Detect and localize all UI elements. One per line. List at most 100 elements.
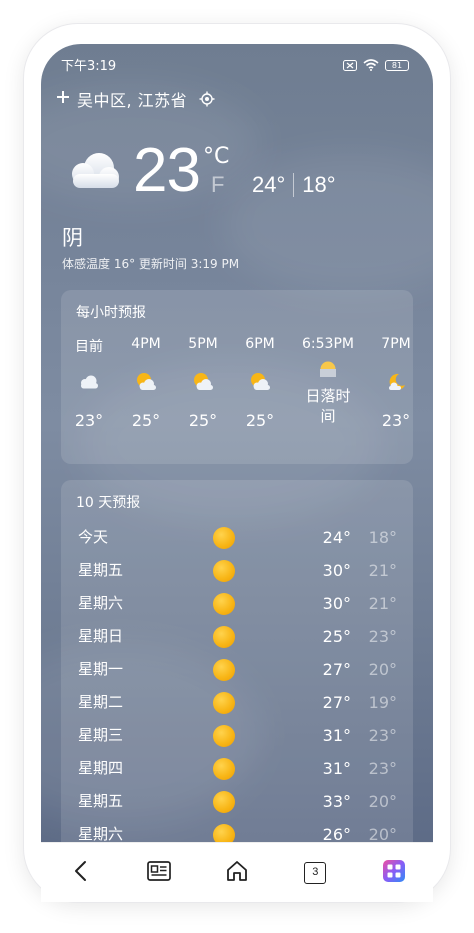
daily-row: 星期四 31° 23° xyxy=(61,757,413,790)
daily-row: 星期五 30° 21° xyxy=(61,559,413,592)
daily-row: 星期一 27° 20° xyxy=(61,658,413,691)
day-name: 星期四 xyxy=(78,759,124,777)
unit-fahrenheit[interactable]: F xyxy=(211,172,224,198)
no-sim-icon xyxy=(343,56,357,75)
sunset-label: 日落时间 xyxy=(305,387,351,425)
apps-button[interactable] xyxy=(374,853,414,893)
sun-icon xyxy=(213,626,235,648)
day-high: 31° xyxy=(322,759,351,778)
feels-like-update: 体感温度 16° 更新时间 3:19 PM xyxy=(62,257,240,271)
weather-screen: 下午3:19 81 吴中区, 江苏省 23 °C F 24° 18° 阴 体感温… xyxy=(41,44,433,886)
hourly-item: 7PM 23° xyxy=(366,336,426,430)
hour-temp: 25° xyxy=(188,411,218,430)
back-button[interactable] xyxy=(60,853,100,893)
day-high: 27° xyxy=(322,693,351,712)
day-name: 星期五 xyxy=(78,561,124,579)
day-name: 星期六 xyxy=(78,594,124,612)
hour-time: 5PM xyxy=(188,336,218,352)
wifi-icon xyxy=(363,56,379,75)
unit-celsius[interactable]: °C xyxy=(203,144,229,169)
today-high: 24° xyxy=(252,172,286,197)
status-time: 下午3:19 xyxy=(61,59,117,74)
daily-row: 星期六 30° 21° xyxy=(61,592,413,625)
day-high: 27° xyxy=(322,660,351,679)
day-name: 星期五 xyxy=(78,792,124,810)
hourly-item: 6PM 25° xyxy=(230,336,290,430)
sun-icon xyxy=(213,560,235,582)
hourly-forecast-card[interactable]: 每小时预报 目前 23° 4PM 25° 5PM 25° 6PM 25° 6:5… xyxy=(61,290,413,464)
today-low: 18° xyxy=(302,172,336,197)
location-bar: 吴中区, 江苏省 xyxy=(55,86,215,112)
partly-cloudy-icon xyxy=(116,354,176,410)
divider xyxy=(293,173,295,197)
day-high: 30° xyxy=(322,594,351,613)
day-low: 23° xyxy=(368,726,397,745)
hour-temp: 25° xyxy=(131,411,161,430)
sunset-icon xyxy=(298,352,358,386)
day-name: 星期一 xyxy=(78,660,124,678)
day-low: 23° xyxy=(368,759,397,778)
sun-icon xyxy=(213,527,235,549)
plus-icon[interactable] xyxy=(55,89,71,109)
day-high: 31° xyxy=(322,726,351,745)
hour-time: 目前 xyxy=(75,339,103,355)
day-high: 24° xyxy=(322,528,351,547)
browser-navigation-bar: 3 xyxy=(41,842,433,902)
daily-row: 星期三 31° 23° xyxy=(61,724,413,757)
reader-icon xyxy=(146,860,171,885)
sun-icon xyxy=(213,593,235,615)
day-low: 23° xyxy=(368,627,397,646)
sun-icon xyxy=(213,725,235,747)
day-name: 星期日 xyxy=(78,627,124,645)
apps-icon xyxy=(382,859,406,887)
day-high: 25° xyxy=(322,627,351,646)
day-name: 今天 xyxy=(78,528,109,546)
home-icon xyxy=(226,860,248,886)
cloudy-icon xyxy=(61,148,123,196)
location-name[interactable]: 吴中区, 江苏省 xyxy=(77,87,187,111)
day-high: 30° xyxy=(322,561,351,580)
sun-icon xyxy=(213,659,235,681)
high-low: 24° 18° xyxy=(252,172,336,198)
partly-cloudy-icon xyxy=(173,354,233,410)
tab-count: 3 xyxy=(312,865,319,878)
hour-time: 6:53PM xyxy=(302,336,354,352)
hour-temp: 23° xyxy=(74,411,104,430)
daily-title: 10 天预报 xyxy=(76,495,141,511)
hourly-item: 6:53PM 日落时间 xyxy=(298,336,358,426)
hourly-item: 4PM 25° xyxy=(116,336,176,430)
moon-cloud-icon xyxy=(366,354,426,410)
day-low: 20° xyxy=(368,660,397,679)
location-target-icon[interactable] xyxy=(199,91,215,107)
hour-time: 4PM xyxy=(131,336,161,352)
daily-row: 星期五 33° 20° xyxy=(61,790,413,823)
day-low: 20° xyxy=(368,792,397,811)
partly-cloudy-icon xyxy=(230,354,290,410)
condition-text: 阴 xyxy=(62,226,83,250)
day-name: 星期二 xyxy=(78,693,124,711)
daily-row: 今天 24° 18° xyxy=(61,526,413,559)
sun-icon xyxy=(213,791,235,813)
reader-button[interactable] xyxy=(139,853,179,893)
daily-row: 星期二 27° 19° xyxy=(61,691,413,724)
home-button[interactable] xyxy=(217,853,257,893)
day-low: 21° xyxy=(368,594,397,613)
day-high: 33° xyxy=(322,792,351,811)
sun-icon xyxy=(213,692,235,714)
hourly-title: 每小时预报 xyxy=(76,305,146,321)
hour-time: 7PM xyxy=(381,336,411,352)
day-low: 21° xyxy=(368,561,397,580)
day-name: 星期三 xyxy=(78,726,124,744)
hour-temp: 23° xyxy=(381,411,411,430)
current-temperature: 23 xyxy=(133,136,201,205)
daily-row: 星期日 25° 23° xyxy=(61,625,413,658)
tabs-icon: 3 xyxy=(304,861,327,884)
daily-forecast-card[interactable]: 10 天预报 今天 24° 18° 星期五 30° 21° 星期六 30° 21… xyxy=(61,480,413,886)
hourly-item: 目前 23° xyxy=(59,336,119,430)
hour-temp: 25° xyxy=(245,411,275,430)
tabs-button[interactable]: 3 xyxy=(295,853,335,893)
status-bar: 下午3:19 81 xyxy=(41,44,433,80)
back-icon xyxy=(73,860,87,886)
day-low: 18° xyxy=(368,528,397,547)
cloudy-icon xyxy=(59,354,119,410)
